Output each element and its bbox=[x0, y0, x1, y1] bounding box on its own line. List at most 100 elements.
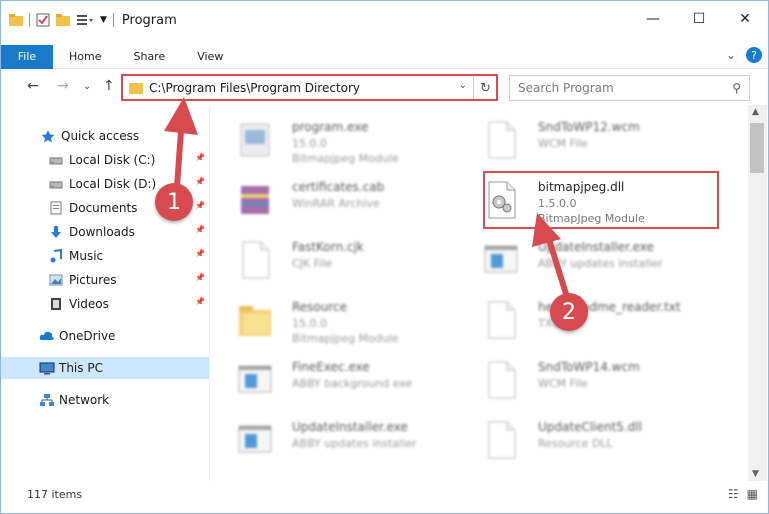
doc-file-icon bbox=[483, 360, 519, 400]
expand-ribbon-icon[interactable]: ⌄ bbox=[726, 48, 736, 62]
doc-file-icon bbox=[483, 420, 519, 460]
title-bar: ▼ Program — ☐ ✕ bbox=[1, 1, 768, 39]
search-icon[interactable]: ⚲ bbox=[732, 81, 741, 95]
sidebar-item-label: Local Disk (C:) bbox=[69, 153, 156, 167]
sidebar-item-onedrive[interactable]: OneDrive bbox=[1, 325, 209, 347]
file-detail: WCM File bbox=[538, 137, 588, 150]
item-count: 117 items bbox=[27, 488, 83, 501]
sidebar-item-label: OneDrive bbox=[59, 329, 116, 343]
file-name: Resource bbox=[292, 300, 348, 314]
sidebar-item-this-pc[interactable]: This PC bbox=[1, 357, 209, 379]
pin-icon[interactable]: 📌 bbox=[195, 153, 205, 162]
file-item-sndtowp12-wcm[interactable]: SndToWP12.wcm WCM File bbox=[483, 114, 723, 164]
file-item-help-readme-reader-txt[interactable]: help_readme_reader.txtTXT File bbox=[483, 294, 723, 344]
up-button[interactable]: ↑ bbox=[103, 78, 115, 94]
search-input[interactable]: Search Program ⚲ bbox=[509, 75, 750, 101]
file-detail: CJK File bbox=[292, 257, 333, 270]
recent-locations-button[interactable]: ⌄ bbox=[83, 81, 91, 92]
file-detail: Bitmapjpeg Module bbox=[292, 332, 399, 345]
sidebar-item-label: This PC bbox=[59, 361, 103, 375]
sidebar-item-quick-access[interactable]: Quick access bbox=[1, 125, 209, 147]
tab-file[interactable]: File bbox=[1, 44, 53, 69]
callout-2: 2 bbox=[550, 293, 588, 331]
tab-share[interactable]: Share bbox=[117, 50, 181, 63]
network-icon bbox=[39, 393, 54, 407]
app-file-icon bbox=[483, 240, 519, 280]
maximize-button[interactable]: ☐ bbox=[676, 1, 722, 37]
navigation-pane: Quick access Local Disk (C:) 📌 Local Disk (… bbox=[1, 111, 209, 481]
file-item-fineexec-exe[interactable]: FineExec.exe ABBY background exe bbox=[237, 354, 477, 404]
file-name: SndToWP14.wcm bbox=[538, 360, 640, 374]
file-item-updateinstaller-exe[interactable]: UpdateInstaller.exe ABBY updates installe… bbox=[237, 414, 477, 464]
customize-icon[interactable] bbox=[76, 13, 94, 27]
pin-icon[interactable]: 📌 bbox=[195, 249, 205, 258]
file-item-updateinstaller-exe[interactable]: UpdateInstaller.exe ABBY updates installe… bbox=[483, 234, 723, 284]
callout-1: 1 bbox=[155, 183, 193, 221]
pane-divider[interactable] bbox=[209, 106, 210, 481]
pin-icon[interactable]: 📌 bbox=[195, 201, 205, 210]
scroll-down-icon[interactable]: ▼ bbox=[752, 469, 759, 479]
file-item-certificates-cab[interactable]: certificates.cab WinRAR Archive bbox=[237, 174, 477, 224]
folder-file-icon bbox=[237, 300, 273, 340]
pictures-icon bbox=[49, 273, 63, 287]
file-name: certificates.cab bbox=[292, 180, 385, 194]
sidebar-item-local-disk-c[interactable]: Local Disk (C:) 📌 bbox=[1, 149, 209, 171]
explorer-window: ▼ Program — ☐ ✕ File Home Share View ⌄ ?… bbox=[0, 0, 769, 514]
view-switcher: ☷ ▦ bbox=[728, 487, 758, 501]
sidebar-item-network[interactable]: Network bbox=[1, 389, 209, 411]
drive-icon bbox=[49, 153, 63, 167]
doc-file-icon bbox=[237, 240, 273, 280]
file-name: UpdateClient5.dll bbox=[538, 420, 642, 434]
sidebar-item-label: Videos bbox=[69, 297, 109, 311]
vertical-scrollbar[interactable]: ▲ ▼ bbox=[748, 105, 767, 481]
sidebar-item-label: Pictures bbox=[69, 273, 117, 287]
file-item-resource[interactable]: Resource 15.0.0 Bitmapjpeg Module bbox=[237, 294, 477, 345]
toolbar-separator bbox=[29, 13, 30, 27]
file-item-fastkorn-cjk[interactable]: FastKorn.cjk CJK File bbox=[237, 234, 477, 284]
pin-icon[interactable]: 📌 bbox=[195, 297, 205, 306]
pin-icon[interactable]: 📌 bbox=[195, 225, 205, 234]
file-detail: Bitmapjpeg Module bbox=[292, 152, 399, 165]
toolbar-dropdown-icon[interactable]: ▼ bbox=[100, 15, 107, 25]
back-button[interactable]: ← bbox=[27, 78, 39, 94]
pin-icon[interactable]: 📌 bbox=[195, 273, 205, 282]
file-name: SndToWP12.wcm bbox=[538, 120, 640, 134]
close-button[interactable]: ✕ bbox=[722, 1, 768, 37]
file-highlight-box bbox=[483, 171, 719, 229]
scroll-thumb[interactable] bbox=[750, 123, 764, 173]
sidebar-item-pictures[interactable]: Pictures 📌 bbox=[1, 269, 209, 291]
tab-home[interactable]: Home bbox=[53, 50, 117, 63]
app-file-icon bbox=[237, 420, 273, 460]
help-icon[interactable]: ? bbox=[746, 47, 762, 63]
window-controls: — ☐ ✕ bbox=[630, 1, 768, 37]
sidebar-item-label: Documents bbox=[69, 201, 138, 215]
address-highlight-box bbox=[121, 74, 498, 101]
window-title: Program bbox=[121, 12, 177, 28]
sidebar-item-videos[interactable]: Videos 📌 bbox=[1, 293, 209, 315]
properties-icon[interactable] bbox=[36, 13, 50, 27]
scroll-up-icon[interactable]: ▲ bbox=[752, 107, 759, 117]
minimize-button[interactable]: — bbox=[630, 1, 676, 37]
drive-icon bbox=[49, 177, 63, 191]
details-view-icon[interactable]: ☷ bbox=[728, 487, 739, 501]
file-detail: 15.0.0 bbox=[292, 317, 327, 330]
sidebar-item-music[interactable]: Music 📌 bbox=[1, 245, 209, 267]
file-item-updateclient5-dll[interactable]: UpdateClient5.dll Resource DLL bbox=[483, 414, 723, 464]
forward-button[interactable]: → bbox=[57, 78, 69, 94]
videos-icon bbox=[49, 297, 63, 311]
new-folder-icon[interactable] bbox=[56, 13, 70, 27]
star-icon bbox=[41, 129, 55, 143]
sidebar-item-label: Downloads bbox=[69, 225, 135, 239]
tiles-view-icon[interactable]: ▦ bbox=[747, 487, 758, 501]
doc-file-icon bbox=[483, 300, 519, 340]
tab-view[interactable]: View bbox=[181, 50, 239, 63]
pin-icon[interactable]: 📌 bbox=[195, 177, 205, 186]
toolbar-separator bbox=[112, 13, 114, 27]
file-item-program-exe[interactable]: program.exe 15.0.0 Bitmapjpeg Module bbox=[237, 114, 477, 165]
sidebar-item-downloads[interactable]: Downloads 📌 bbox=[1, 221, 209, 243]
file-item-sndtowp14-wcm[interactable]: SndToWP14.wcm WCM File bbox=[483, 354, 723, 404]
search-placeholder: Search Program bbox=[518, 81, 614, 95]
file-name: UpdateInstaller.exe bbox=[538, 240, 654, 254]
file-name: UpdateInstaller.exe bbox=[292, 420, 408, 434]
music-icon bbox=[49, 248, 63, 263]
